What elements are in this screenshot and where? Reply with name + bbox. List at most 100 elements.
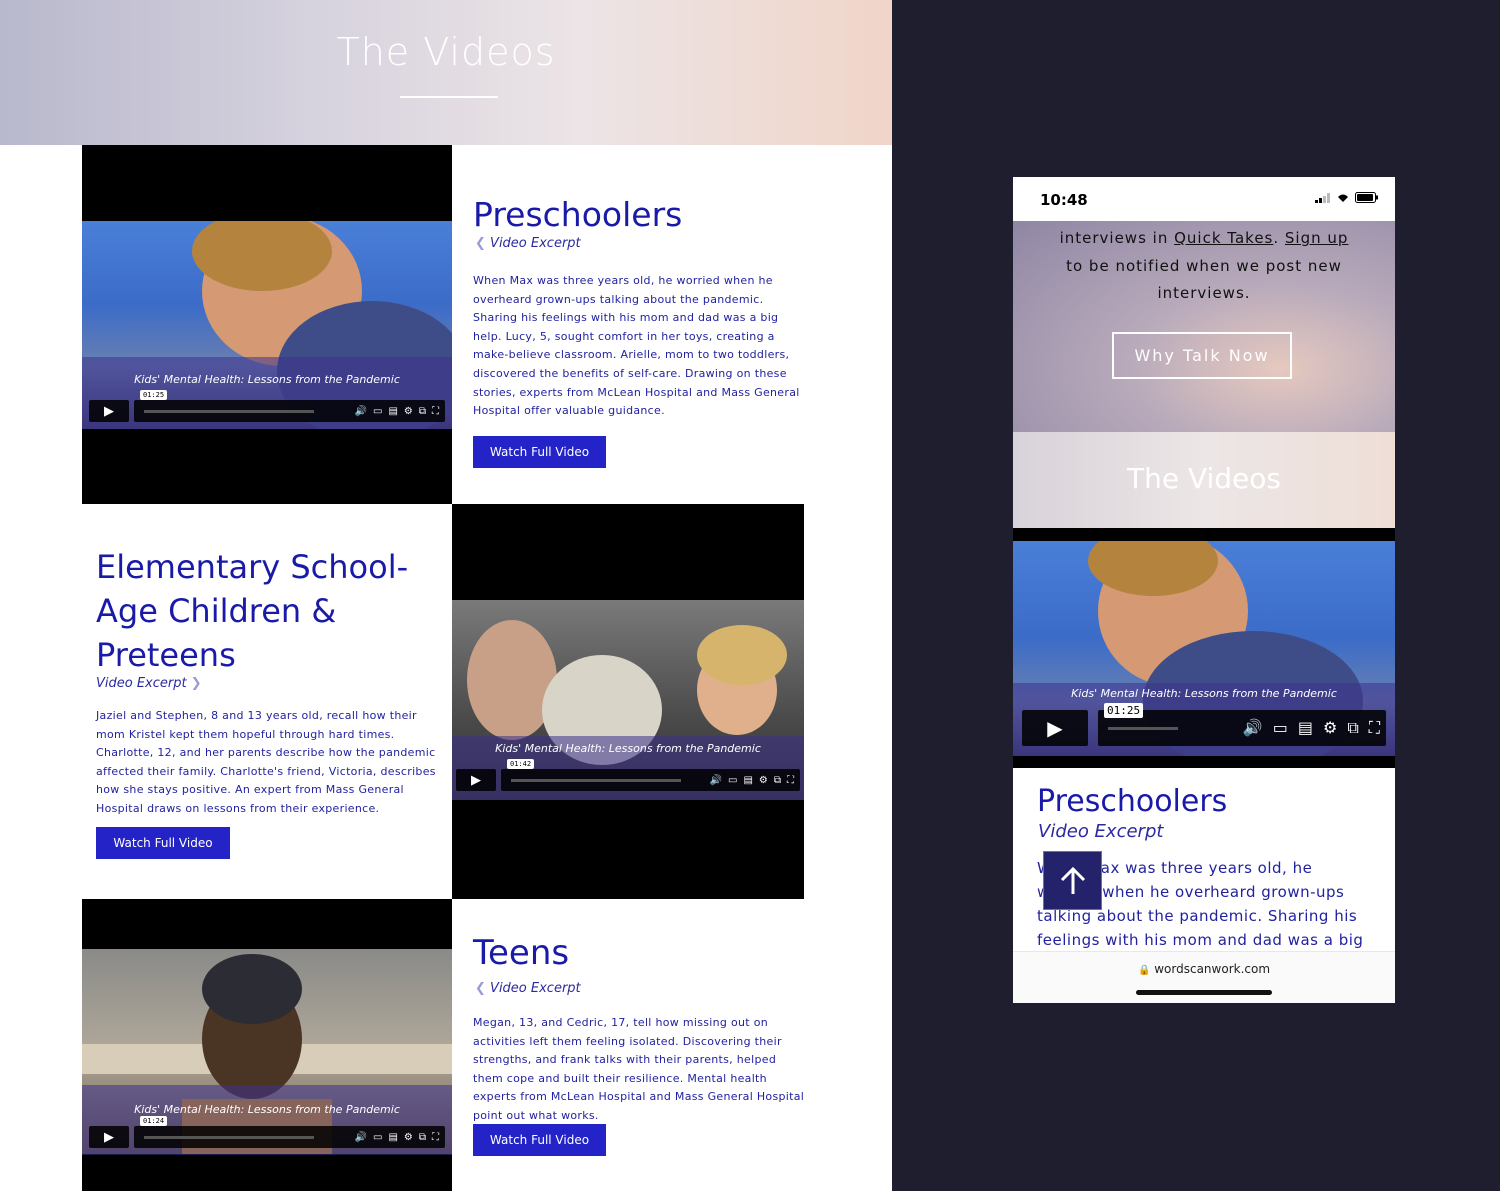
video-caption: Kids' Mental Health: Lessons from the Pa… bbox=[134, 373, 400, 386]
progress-track[interactable]: 01:25 bbox=[1104, 702, 1178, 730]
videos-hero: The Videos bbox=[0, 0, 892, 145]
fullscreen-icon[interactable]: ⛶ bbox=[787, 775, 794, 786]
url-display[interactable]: 🔒 wordscanwork.com bbox=[1013, 962, 1395, 976]
progress-bar[interactable]: 01:24 🔊 ▭ ▤ ⚙ ⧉ ⛶ bbox=[134, 1115, 445, 1148]
lock-icon: 🔒 bbox=[1137, 965, 1151, 976]
captions-icon[interactable]: ▭ bbox=[1273, 718, 1288, 738]
wifi-icon bbox=[1338, 194, 1348, 202]
play-button[interactable]: ▶ bbox=[1022, 710, 1088, 746]
video-controls: ▶ 01:42 🔊 ▭ ▤ ⚙ ⧉ ⛶ bbox=[456, 758, 800, 792]
video-controls: ▶ 01:25 🔊 ▭ ▤ ⚙ ⧉ ⛶ bbox=[1022, 702, 1386, 747]
video-caption: Kids' Mental Health: Lessons from the Pa… bbox=[1071, 687, 1337, 700]
quick-takes-link[interactable]: Quick Takes bbox=[1174, 229, 1273, 247]
volume-icon[interactable]: 🔊 bbox=[1243, 718, 1263, 738]
status-time: 10:48 bbox=[1040, 191, 1088, 209]
control-icons: 🔊 ▭ ▤ ⚙ ⧉ ⛶ bbox=[1243, 718, 1380, 738]
video-player-teens[interactable]: Kids' Mental Health: Lessons from the Pa… bbox=[82, 899, 452, 1191]
watch-full-video-button[interactable]: Watch Full Video bbox=[473, 1124, 606, 1156]
volume-icon[interactable]: 🔊 bbox=[710, 775, 722, 786]
settings-icon[interactable]: ⚙ bbox=[759, 775, 768, 786]
video-excerpt-label: ❮ Video Excerpt bbox=[475, 236, 581, 251]
why-talk-now-button[interactable]: Why Talk Now bbox=[1112, 332, 1292, 379]
progress-bar[interactable]: 01:25 🔊 ▭ ▤ ⚙ ⧉ ⛶ bbox=[1098, 702, 1386, 746]
video-controls: ▶ 01:24 🔊 ▭ ▤ ⚙ ⧉ ⛶ bbox=[89, 1115, 445, 1149]
transcript-icon[interactable]: ▤ bbox=[388, 406, 397, 417]
video-player-preschoolers[interactable]: Kids' Mental Health: Lessons from the Pa… bbox=[82, 145, 452, 504]
intro-text: interviews in bbox=[1059, 229, 1175, 247]
video-controls: ▶ 01:25 🔊 ▭ ▤ ⚙ ⧉ ⛶ bbox=[89, 389, 445, 423]
pip-icon[interactable]: ⧉ bbox=[774, 775, 781, 786]
chevron-left-icon: ❮ bbox=[475, 236, 486, 251]
pip-icon[interactable]: ⧉ bbox=[419, 406, 426, 417]
progress-bar[interactable]: 01:25 🔊 ▭ ▤ ⚙ ⧉ ⛶ bbox=[134, 389, 445, 422]
video-caption: Kids' Mental Health: Lessons from the Pa… bbox=[495, 742, 761, 755]
play-icon: ▶ bbox=[471, 772, 481, 788]
settings-icon[interactable]: ⚙ bbox=[404, 406, 413, 417]
play-icon: ▶ bbox=[1047, 716, 1063, 740]
desktop-page: The Videos Kids' Mental Health: Lessons … bbox=[0, 0, 892, 1191]
time-tooltip: 01:25 bbox=[140, 389, 168, 400]
mobile-excerpt-label: Video Excerpt bbox=[1038, 821, 1164, 842]
watch-full-video-button[interactable]: Watch Full Video bbox=[473, 436, 606, 468]
chevron-right-icon: ❯ bbox=[190, 676, 202, 691]
video-player-elementary[interactable]: Kids' Mental Health: Lessons from the Pa… bbox=[452, 504, 804, 899]
progress-bar[interactable]: 01:42 🔊 ▭ ▤ ⚙ ⧉ ⛶ bbox=[501, 758, 800, 791]
transcript-icon[interactable]: ▤ bbox=[388, 1132, 397, 1143]
time-tooltip: 01:24 bbox=[140, 1115, 168, 1126]
play-button[interactable]: ▶ bbox=[89, 400, 129, 422]
volume-icon[interactable]: 🔊 bbox=[355, 406, 367, 417]
section-heading-preschoolers: Preschoolers bbox=[473, 195, 683, 234]
home-indicator bbox=[1136, 990, 1272, 995]
section-body: Jaziel and Stephen, 8 and 13 years old, … bbox=[96, 709, 436, 815]
section-body: Megan, 13, and Cedric, 17, tell how miss… bbox=[473, 1016, 805, 1122]
settings-icon[interactable]: ⚙ bbox=[1323, 718, 1337, 738]
progress-track[interactable]: 01:25 bbox=[140, 389, 314, 413]
captions-icon[interactable]: ▭ bbox=[373, 406, 382, 417]
browser-url-bar[interactable]: 🔒 wordscanwork.com bbox=[1013, 951, 1395, 1003]
control-icons: 🔊 ▭ ▤ ⚙ ⧉ ⛶ bbox=[355, 1132, 439, 1143]
mobile-video-player[interactable]: Kids' Mental Health: Lessons from the Pa… bbox=[1013, 528, 1395, 768]
captions-icon[interactable]: ▭ bbox=[728, 775, 737, 786]
time-tooltip: 01:25 bbox=[1104, 702, 1144, 718]
intro-separator: . bbox=[1273, 229, 1285, 247]
excerpt-text: Video Excerpt bbox=[490, 981, 581, 996]
status-bar: 10:48 bbox=[1013, 177, 1395, 221]
progress-track[interactable]: 01:24 bbox=[140, 1115, 314, 1139]
fullscreen-icon[interactable]: ⛶ bbox=[432, 406, 439, 417]
play-button[interactable]: ▶ bbox=[456, 769, 496, 791]
pip-icon[interactable]: ⧉ bbox=[419, 1132, 426, 1143]
video-caption: Kids' Mental Health: Lessons from the Pa… bbox=[134, 1103, 400, 1116]
intro-line: interviews. bbox=[1157, 284, 1251, 302]
mobile-videos-title: The Videos bbox=[1126, 462, 1281, 495]
captions-icon[interactable]: ▭ bbox=[373, 1132, 382, 1143]
play-button[interactable]: ▶ bbox=[89, 1126, 129, 1148]
excerpt-text: Video Excerpt bbox=[96, 676, 187, 691]
chevron-left-icon: ❮ bbox=[475, 981, 486, 996]
settings-icon[interactable]: ⚙ bbox=[404, 1132, 413, 1143]
url-text: wordscanwork.com bbox=[1154, 962, 1271, 976]
control-icons: 🔊 ▭ ▤ ⚙ ⧉ ⛶ bbox=[355, 406, 439, 417]
transcript-icon[interactable]: ▤ bbox=[1298, 718, 1313, 738]
hero-divider bbox=[400, 96, 498, 98]
section-heading-teens: Teens bbox=[473, 933, 570, 973]
scroll-to-top-button[interactable] bbox=[1043, 851, 1102, 910]
fullscreen-icon[interactable]: ⛶ bbox=[1369, 718, 1380, 738]
mobile-intro-text: interviews in Quick Takes. Sign up to be… bbox=[1013, 225, 1395, 308]
watch-full-video-button[interactable]: Watch Full Video bbox=[96, 827, 230, 859]
video-excerpt-label: ❮ Video Excerpt bbox=[475, 981, 581, 996]
sign-up-link[interactable]: Sign up bbox=[1285, 229, 1349, 247]
fullscreen-icon[interactable]: ⛶ bbox=[432, 1132, 439, 1143]
time-tooltip: 01:42 bbox=[507, 758, 535, 769]
transcript-icon[interactable]: ▤ bbox=[743, 775, 752, 786]
control-icons: 🔊 ▭ ▤ ⚙ ⧉ ⛶ bbox=[710, 775, 794, 786]
mobile-videos-hero: The Videos bbox=[1013, 432, 1395, 528]
mobile-intro-section: interviews in Quick Takes. Sign up to be… bbox=[1013, 221, 1395, 432]
pip-icon[interactable]: ⧉ bbox=[1347, 718, 1358, 738]
signal-icon bbox=[1315, 192, 1330, 203]
arrow-up-icon bbox=[1060, 866, 1085, 894]
progress-track[interactable]: 01:42 bbox=[507, 758, 681, 782]
section-body: When Max was three years old, he worried… bbox=[473, 274, 800, 418]
battery-icon bbox=[1355, 192, 1378, 203]
volume-icon[interactable]: 🔊 bbox=[355, 1132, 367, 1143]
video-excerpt-label: Video Excerpt ❯ bbox=[96, 676, 202, 691]
